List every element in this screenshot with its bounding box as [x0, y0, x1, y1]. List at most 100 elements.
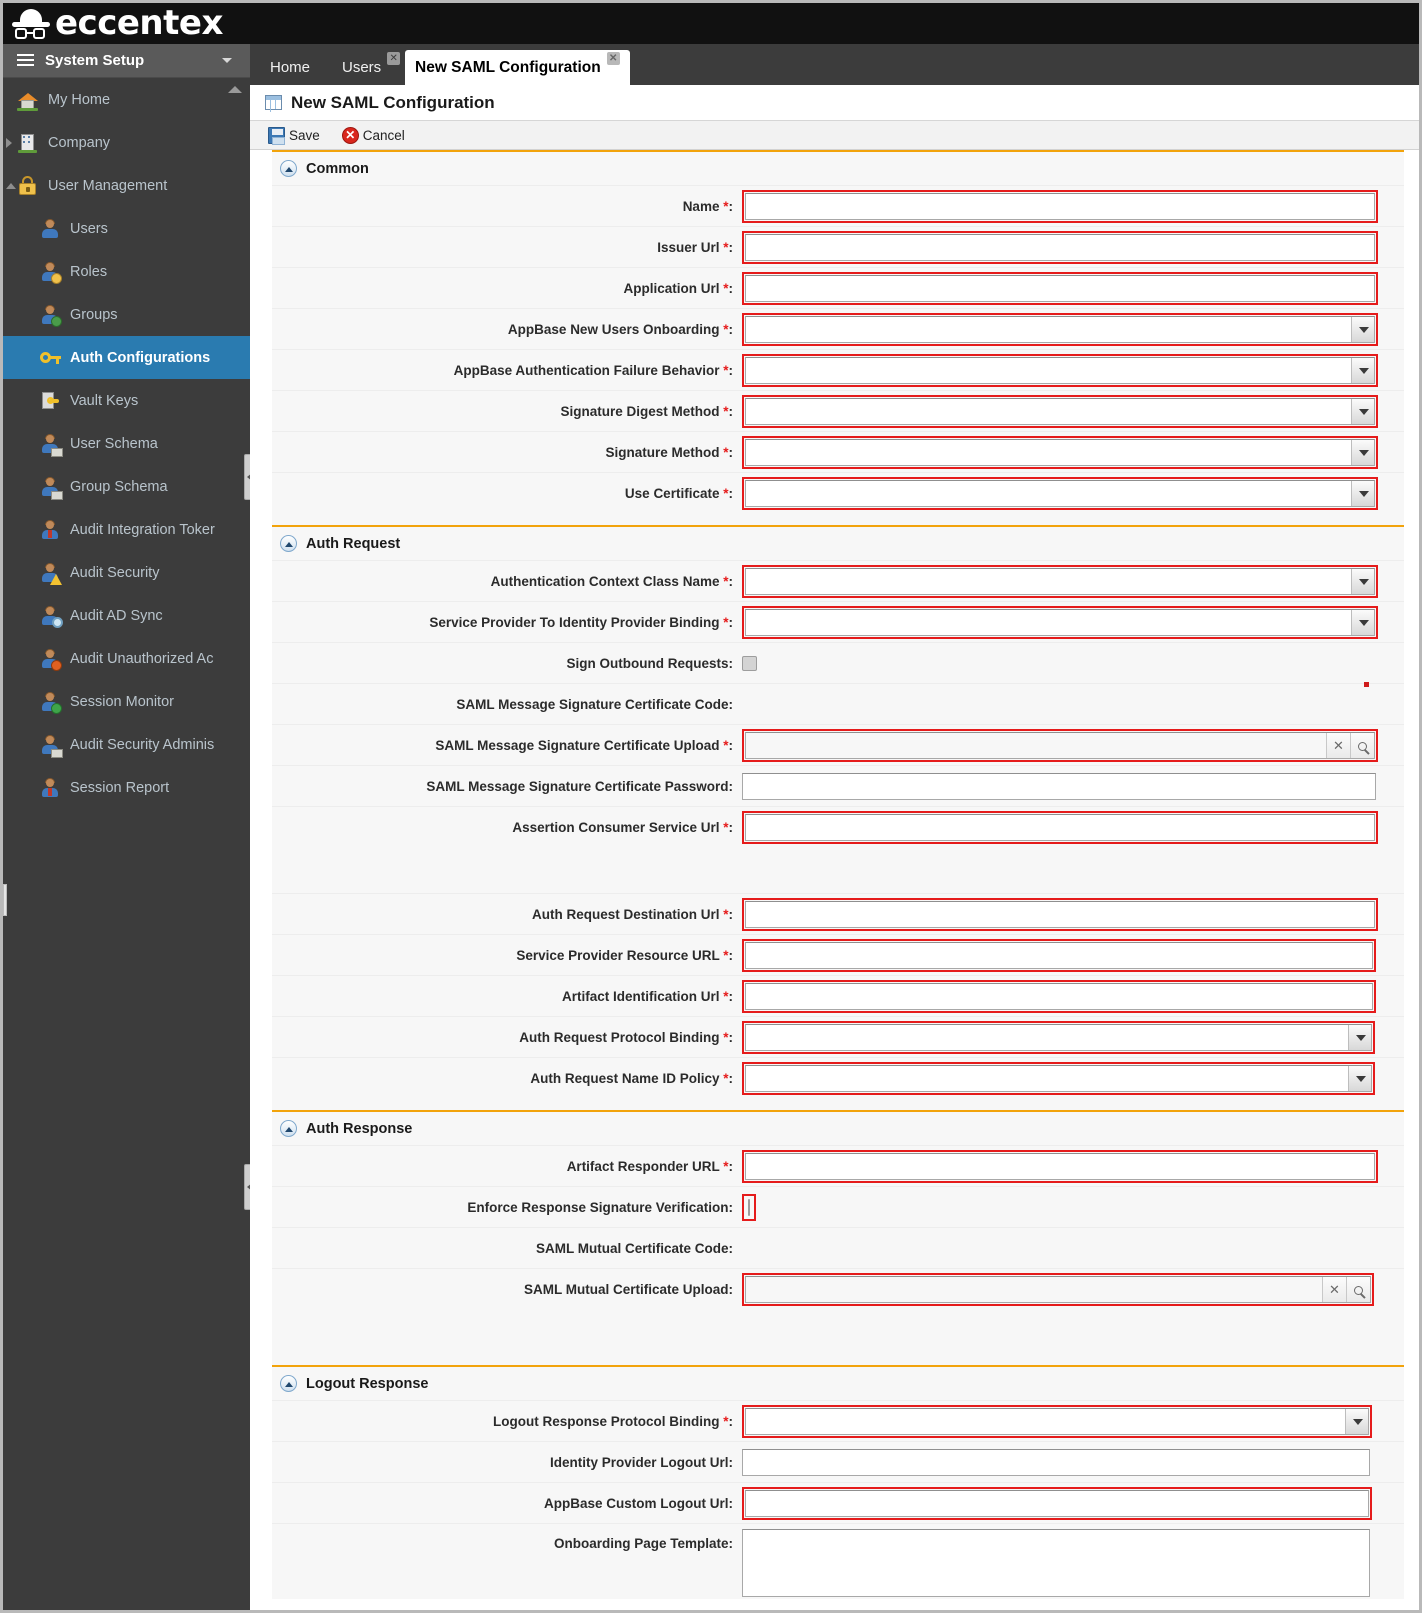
enforce-response-signature-verification-checkbox[interactable] — [748, 1198, 750, 1216]
sidebar-item-session-report[interactable]: Session Report — [3, 766, 250, 809]
saml-mutual-certificate-upload-field[interactable]: ✕ — [745, 1275, 1371, 1303]
sidebar-item-group-schema[interactable]: Group Schema — [3, 465, 250, 508]
magnifier-icon[interactable] — [1346, 1276, 1370, 1302]
form-toolbar: Save ✕ Cancel — [250, 121, 1419, 150]
section-header[interactable]: Auth Request — [272, 527, 1404, 560]
brand-logo[interactable]: eccentex — [11, 3, 223, 44]
select-value — [746, 1066, 1348, 1091]
collapse-up-icon[interactable] — [280, 160, 297, 177]
field-label: Application Url *: — [623, 280, 733, 296]
sidebar-item-my-home[interactable]: My Home — [3, 78, 250, 121]
section-title: Auth Response — [306, 1120, 413, 1137]
validation-marker — [1364, 682, 1369, 687]
chevron-down-icon[interactable] — [1351, 439, 1374, 465]
application-url-input[interactable] — [745, 274, 1375, 302]
auth-request-destination-url-input[interactable] — [745, 900, 1375, 928]
caret-down-icon[interactable] — [222, 58, 232, 63]
form-scroll-area[interactable]: Common Name *: Issuer Url *: Application… — [250, 150, 1419, 1610]
saml-message-signature-certificate-upload-field[interactable]: ✕ — [745, 731, 1375, 759]
artifact-identification-url-input[interactable] — [745, 982, 1373, 1010]
close-icon[interactable]: ✕ — [387, 52, 401, 65]
chevron-down-icon[interactable] — [1348, 1024, 1371, 1050]
field-error-outline — [742, 435, 1378, 469]
sidebar-item-company[interactable]: Company — [3, 121, 250, 164]
field-row-application-url: Application Url *: — [272, 267, 1404, 308]
name-input[interactable] — [745, 192, 1375, 220]
sidebar-item-groups[interactable]: Groups — [3, 293, 250, 336]
bowler-hat-glasses-icon — [11, 7, 51, 41]
sidebar-item-vault-keys[interactable]: Vault Keys — [3, 379, 250, 422]
hamburger-icon[interactable] — [17, 54, 34, 67]
auth-request-protocol-binding-select[interactable] — [745, 1023, 1372, 1051]
sidebar-edge-tab[interactable] — [3, 884, 7, 916]
logout-response-protocol-binding-select[interactable] — [745, 1407, 1369, 1435]
section-header[interactable]: Logout Response — [272, 1367, 1404, 1400]
sidebar-header[interactable]: System Setup — [3, 44, 250, 78]
clear-x-icon[interactable]: ✕ — [1326, 732, 1350, 758]
auth-request-name-id-policy-select[interactable] — [745, 1064, 1372, 1092]
field-label: SAML Mutual Certificate Upload: — [523, 1281, 733, 1297]
sp-to-idp-binding-select[interactable] — [745, 608, 1375, 636]
sidebar-item-audit-ad-sync[interactable]: Audit AD Sync — [3, 594, 250, 637]
tab-new-saml-configuration[interactable]: New SAML Configuration ✕ — [405, 50, 630, 85]
chevron-down-icon[interactable] — [1351, 316, 1374, 342]
issuer-url-input[interactable] — [745, 233, 1375, 261]
collapse-up-icon[interactable] — [280, 1120, 297, 1137]
file-path-value[interactable] — [746, 732, 1326, 758]
sidebar-item-user-management[interactable]: User Management — [3, 164, 250, 207]
chevron-down-icon[interactable] — [1351, 398, 1374, 424]
service-provider-resource-url-input[interactable] — [745, 941, 1373, 969]
chevron-right-icon[interactable] — [6, 137, 12, 148]
field-error-outline — [742, 897, 1378, 931]
tab-users[interactable]: Users ✕ — [332, 50, 410, 85]
cancel-button[interactable]: ✕ Cancel — [338, 126, 409, 145]
onboarding-page-template-textarea[interactable] — [742, 1529, 1370, 1597]
chevron-down-icon[interactable] — [1351, 357, 1374, 383]
section-header[interactable]: Auth Response — [272, 1112, 1404, 1145]
artifact-responder-url-input[interactable] — [745, 1152, 1375, 1180]
appbase-new-users-onboarding-select[interactable] — [745, 315, 1375, 343]
sidebar-item-users[interactable]: Users — [3, 207, 250, 250]
sidebar-item-session-monitor[interactable]: Session Monitor — [3, 680, 250, 723]
use-certificate-select[interactable] — [745, 479, 1375, 507]
close-icon[interactable]: ✕ — [606, 52, 620, 65]
sidebar-item-auth-configurations[interactable]: Auth Configurations — [3, 336, 250, 379]
saml-message-signature-certificate-password-input[interactable] — [742, 772, 1376, 800]
appbase-authentication-failure-behavior-select[interactable] — [745, 356, 1375, 384]
file-path-value[interactable] — [746, 1276, 1322, 1302]
assertion-consumer-service-url-input[interactable] — [745, 813, 1375, 841]
chevron-down-icon[interactable] — [1351, 568, 1374, 594]
sidebar-item-audit-integration-token[interactable]: Audit Integration Toker — [3, 508, 250, 551]
sidebar-item-audit-unauthorized-access[interactable]: Audit Unauthorized Ac — [3, 637, 250, 680]
authentication-context-class-name-select[interactable] — [745, 567, 1375, 595]
sidebar-item-audit-security-administration[interactable]: Audit Security Adminis — [3, 723, 250, 766]
clear-x-icon[interactable]: ✕ — [1322, 1276, 1346, 1302]
collapse-up-icon[interactable] — [280, 1375, 297, 1392]
appbase-custom-logout-url-input[interactable] — [745, 1489, 1369, 1517]
chevron-down-icon[interactable] — [1345, 1408, 1368, 1434]
save-button[interactable]: Save — [264, 126, 324, 145]
signature-method-select[interactable] — [745, 438, 1375, 466]
chevron-down-icon[interactable] — [1351, 609, 1374, 635]
signature-digest-method-select[interactable] — [745, 397, 1375, 425]
home-icon — [17, 89, 39, 111]
select-value — [746, 569, 1351, 594]
chevron-down-icon[interactable] — [1351, 480, 1374, 506]
magnifier-icon[interactable] — [1350, 732, 1374, 758]
sidebar-item-audit-security[interactable]: Audit Security — [3, 551, 250, 594]
field-label: AppBase Custom Logout Url: — [544, 1495, 733, 1511]
identity-provider-logout-url-input[interactable] — [742, 1448, 1370, 1476]
field-row-artifact-identification-url: Artifact Identification Url *: — [272, 975, 1404, 1016]
tab-home[interactable]: Home — [260, 50, 320, 85]
sidebar-item-roles[interactable]: Roles — [3, 250, 250, 293]
user-roles-icon — [39, 261, 62, 284]
section-header[interactable]: Common — [272, 152, 1404, 185]
sidebar-item-label: Users — [70, 220, 108, 237]
field-row-authentication-context-class-name: Authentication Context Class Name *: — [272, 560, 1404, 601]
field-label: Assertion Consumer Service Url *: — [512, 819, 733, 835]
collapse-up-icon[interactable] — [280, 535, 297, 552]
chevron-down-icon[interactable] — [1348, 1065, 1371, 1091]
sign-outbound-requests-checkbox[interactable] — [742, 655, 757, 671]
sidebar-item-user-schema[interactable]: User Schema — [3, 422, 250, 465]
chevron-down-icon[interactable] — [6, 182, 16, 189]
